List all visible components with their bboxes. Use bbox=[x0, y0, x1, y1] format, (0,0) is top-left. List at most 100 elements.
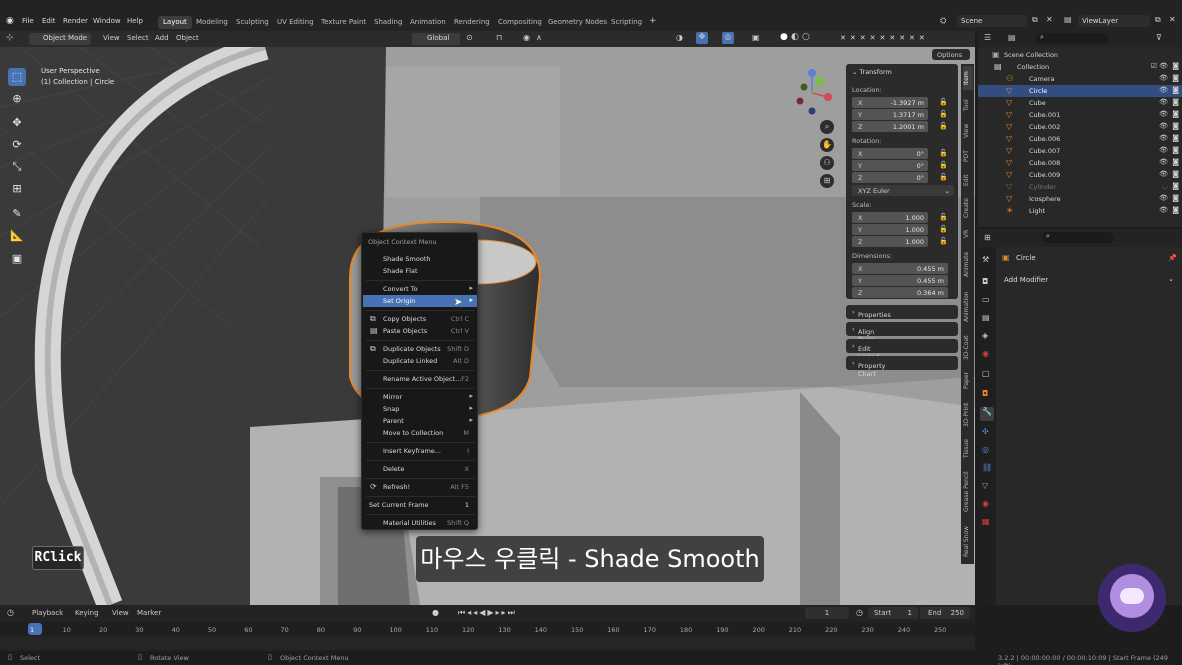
dimensions-y-field[interactable]: Y 0.455 m bbox=[852, 275, 948, 286]
lock-icon[interactable]: 🔓 bbox=[939, 237, 948, 245]
menu-item-shade-smooth[interactable]: Shade Smooth bbox=[363, 253, 477, 265]
outliner-item-icosphere[interactable]: ▽ Icosphere 👁 ◙ bbox=[978, 193, 1182, 205]
eye-icon[interactable]: 👁 bbox=[1159, 170, 1168, 178]
menu-item-rename-active-object[interactable]: Rename Active Object... F2 bbox=[363, 373, 477, 385]
add-cube-tool-icon[interactable]: ▣ bbox=[8, 250, 26, 268]
menu-item-convert-to[interactable]: Convert To ▸ bbox=[363, 283, 477, 295]
modifier-tab-icon[interactable]: 🔧 bbox=[980, 407, 994, 421]
physics-tab-icon[interactable]: ◎ bbox=[982, 445, 989, 454]
scene-icon[interactable]: ⛭ bbox=[940, 16, 946, 26]
annotate-tool-icon[interactable]: ✎ bbox=[8, 205, 26, 223]
outliner-item-circle[interactable]: ▽ Circle 👁 ◙ bbox=[978, 85, 1182, 97]
scene-selector[interactable]: Scene bbox=[957, 15, 1027, 27]
menu-item-mirror[interactable]: Mirror ▸ bbox=[363, 391, 477, 403]
location-y-field[interactable]: Y 1.3717 m bbox=[852, 109, 928, 120]
tab-animation[interactable]: Animation bbox=[963, 286, 973, 328]
outliner-item-light[interactable]: ☀ Light 👁 ◙ bbox=[978, 205, 1182, 217]
camera-restrict-icon[interactable]: ◙ bbox=[1172, 146, 1179, 154]
lock-icon[interactable]: 🔓 bbox=[939, 149, 948, 157]
menu-item-move-to-collection[interactable]: Move to Collection M bbox=[363, 427, 477, 439]
menu-keying[interactable]: Keying bbox=[75, 609, 99, 617]
align-tools-panel-header[interactable]: › Align Tools bbox=[846, 322, 958, 344]
camera-restrict-icon[interactable]: ◙ bbox=[1172, 98, 1179, 106]
dimensions-x-field[interactable]: X 0.455 m bbox=[852, 263, 948, 274]
properties-editor-icon[interactable]: ⊞ bbox=[984, 233, 991, 242]
menu-marker[interactable]: Marker bbox=[137, 609, 161, 617]
outliner-item-cube[interactable]: ▽ Cube 👁 ◙ bbox=[978, 97, 1182, 109]
property-chart-panel-header[interactable]: › Property Chart bbox=[846, 356, 958, 378]
properties-search-input[interactable]: ⌕ bbox=[1042, 232, 1114, 243]
menu-window[interactable]: Window bbox=[93, 17, 121, 25]
timeline-editor-icon[interactable]: ◷ bbox=[7, 608, 14, 617]
tab-animate[interactable]: Animate bbox=[963, 246, 973, 282]
material-tab-icon[interactable]: ◉ bbox=[982, 499, 989, 508]
render-tab-icon[interactable]: ◘ bbox=[982, 277, 988, 286]
eye-icon[interactable]: 👁 bbox=[1159, 146, 1168, 154]
cursor-tool-icon[interactable]: ⊕ bbox=[8, 90, 26, 108]
eye-icon[interactable]: 👁 bbox=[1159, 194, 1168, 202]
close-view-layer-icon[interactable]: ✕ bbox=[1169, 15, 1176, 24]
tab-paper[interactable]: Paper bbox=[963, 368, 973, 394]
orientation-selector[interactable]: Global bbox=[412, 33, 460, 45]
menu-item-refresh[interactable]: ⟳ Refresh! Alt F5 bbox=[363, 481, 477, 493]
tab-compositing[interactable]: Compositing bbox=[493, 16, 547, 29]
rotation-x-field[interactable]: X 0° bbox=[852, 148, 928, 159]
mode-selector[interactable]: Object Mode bbox=[29, 33, 91, 45]
visibility-icon[interactable]: ◑ bbox=[676, 33, 683, 42]
output-tab-icon[interactable]: ▭ bbox=[982, 295, 990, 304]
eye-icon[interactable]: 👁 bbox=[1159, 122, 1168, 130]
tab-shading[interactable]: Shading bbox=[369, 16, 407, 29]
menu-item-snap[interactable]: Snap ▸ bbox=[363, 403, 477, 415]
scale-x-field[interactable]: X 1.000 bbox=[852, 212, 928, 223]
eye-icon[interactable]: 👁 bbox=[1159, 134, 1168, 142]
location-x-field[interactable]: X -1.3927 m bbox=[852, 97, 928, 108]
tab-grease-pencil[interactable]: Grease Pencil bbox=[963, 466, 973, 518]
camera-restrict-icon[interactable]: ◙ bbox=[1172, 194, 1179, 202]
collection-tab-icon[interactable]: ▢ bbox=[982, 369, 990, 378]
eye-icon[interactable]: 👁 bbox=[1159, 110, 1168, 118]
object-tab-icon[interactable]: ◘ bbox=[982, 389, 988, 398]
camera-restrict-icon[interactable]: ◙ bbox=[1172, 206, 1179, 214]
add-modifier-button[interactable]: Add Modifier ⌄ bbox=[1000, 274, 1178, 286]
xray-icon[interactable]: ▣ bbox=[752, 33, 760, 42]
playback-controls[interactable]: ⏮◂◂◀▶▸▸⏭ bbox=[458, 608, 517, 618]
dimensions-z-field[interactable]: Z 0.364 m bbox=[852, 287, 948, 298]
outliner-item-cube-002[interactable]: ▽ Cube.002 👁 ◙ bbox=[978, 121, 1182, 133]
tab-rendering[interactable]: Rendering bbox=[449, 16, 495, 29]
current-frame-field[interactable]: 1 bbox=[805, 607, 849, 619]
tab-modeling[interactable]: Modeling bbox=[191, 16, 233, 29]
menu-item-material-utilities[interactable]: Material Utilities Shift Q bbox=[363, 517, 477, 529]
outliner-item-cylinder[interactable]: ▽ Cylinder ◡ ◙ bbox=[978, 181, 1182, 193]
outliner-item-cube-001[interactable]: ▽ Cube.001 👁 ◙ bbox=[978, 109, 1182, 121]
scale-y-field[interactable]: Y 1.000 bbox=[852, 224, 928, 235]
falloff-icon[interactable]: ∧ bbox=[536, 33, 542, 42]
camera-restrict-icon[interactable]: ◙ bbox=[1172, 86, 1179, 94]
tab-vr[interactable]: VR bbox=[963, 226, 973, 242]
checkbox-icon[interactable]: ☑ bbox=[1151, 62, 1157, 70]
rotation-y-field[interactable]: Y 0° bbox=[852, 160, 928, 171]
tab-scripting[interactable]: Scripting bbox=[606, 16, 647, 29]
scale-tool-icon[interactable]: ⤡ bbox=[8, 158, 26, 176]
menu-playback[interactable]: Playback bbox=[32, 609, 63, 617]
pivot-icon[interactable]: ⊙ bbox=[466, 33, 473, 42]
data-tab-icon[interactable]: ▽ bbox=[982, 481, 988, 490]
navigation-gizmo[interactable] bbox=[786, 67, 838, 119]
menu-item-duplicate-objects[interactable]: ⧉ Duplicate Objects Shift D bbox=[363, 343, 477, 355]
eye-icon[interactable]: 👁 bbox=[1159, 62, 1168, 70]
tab-create[interactable]: Create bbox=[963, 194, 973, 222]
camera-restrict-icon[interactable]: ◙ bbox=[1172, 158, 1179, 166]
view-layer-tab-icon[interactable]: ▤ bbox=[982, 313, 990, 322]
particles-tab-icon[interactable]: ✣ bbox=[982, 427, 989, 436]
scale-z-field[interactable]: Z 1.000 bbox=[852, 236, 928, 247]
tab-sculpting[interactable]: Sculpting bbox=[231, 16, 274, 29]
outliner-item-cube-007[interactable]: ▽ Cube.007 👁 ◙ bbox=[978, 145, 1182, 157]
clock-icon[interactable]: ◷ bbox=[856, 608, 863, 617]
camera-restrict-icon[interactable]: ◙ bbox=[1172, 122, 1179, 130]
menu-add[interactable]: Add bbox=[155, 34, 169, 42]
outliner-editor-icon[interactable]: ☰ bbox=[984, 33, 991, 42]
select-tool-icon[interactable]: ⬚ bbox=[8, 68, 26, 86]
outliner-item-cube-009[interactable]: ▽ Cube.009 👁 ◙ bbox=[978, 169, 1182, 181]
close-scene-icon[interactable]: ✕ bbox=[1046, 15, 1053, 24]
filter-display-icon[interactable]: ▤ bbox=[1008, 33, 1016, 42]
filter-icon[interactable]: ⊽ bbox=[1156, 33, 1162, 42]
